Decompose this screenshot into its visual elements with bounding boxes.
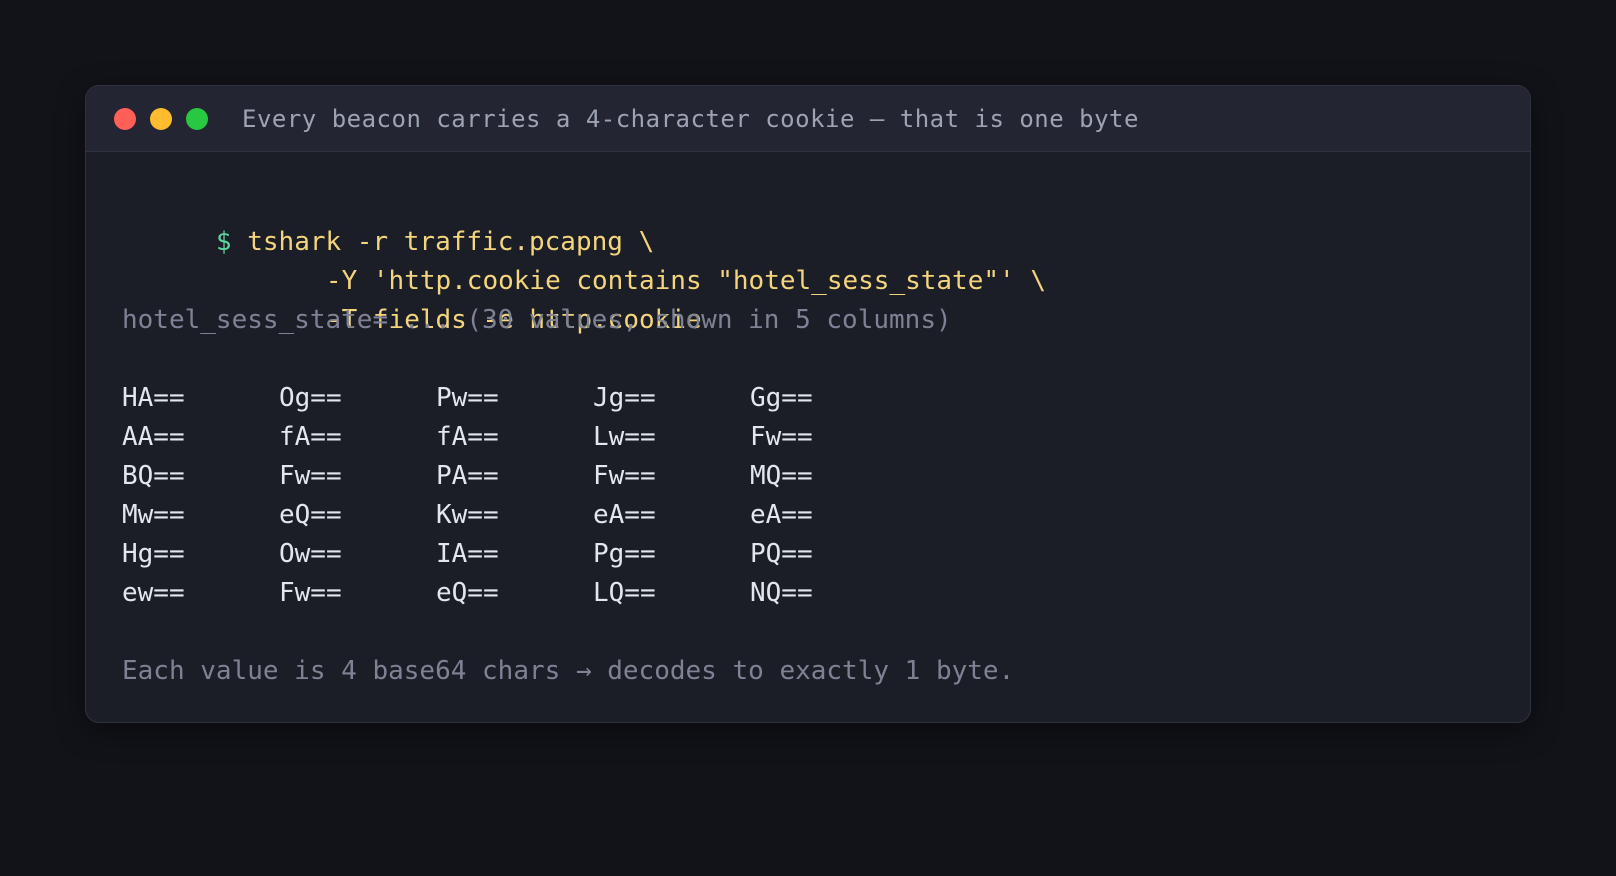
cookie-value: Mw==: [122, 500, 185, 530]
maximize-button[interactable]: [186, 107, 208, 130]
cookie-value: Kw==: [436, 500, 499, 530]
cookie-value: Ow==: [279, 539, 342, 569]
cookie-value: PQ==: [750, 539, 813, 569]
cookie-value: PA==: [436, 461, 499, 491]
cookie-value: Fw==: [279, 578, 342, 608]
cookie-value: NQ==: [750, 578, 813, 608]
cookie-value: Pg==: [593, 539, 656, 569]
close-button[interactable]: [114, 107, 136, 130]
cookie-value: fA==: [436, 422, 499, 452]
cookie-value: Jg==: [593, 383, 656, 413]
cookie-value: eQ==: [279, 500, 342, 530]
terminal-output[interactable]: $ tshark -r traffic.pcapng \ -Y 'http.co…: [86, 152, 1530, 691]
cookie-value: Pw==: [436, 383, 499, 413]
title-bar: Every beacon carries a 4-character cooki…: [86, 86, 1530, 152]
cookie-value: Fw==: [593, 461, 656, 491]
cookie-value: Lw==: [593, 422, 656, 452]
cookie-value: AA==: [122, 422, 185, 452]
cookie-value: MQ==: [750, 461, 813, 491]
prompt-symbol: $: [215, 227, 232, 257]
cookie-value: IA==: [436, 539, 499, 569]
cookie-value: ew==: [122, 578, 185, 608]
cookie-values-grid: HA== Og== Pw== Jg== Gg== AA== fA== fA== Lw== Fw==…: [122, 379, 1530, 613]
command-text: -Y 'http.cookie contains "hotel_sess_sta…: [325, 266, 1046, 296]
output-footer: Each value is 4 base64 chars → decodes t…: [122, 656, 1015, 686]
cookie-value: Og==: [279, 383, 342, 413]
cookie-value: fA==: [279, 422, 342, 452]
output-summary: hotel_sess_state= ... (30 values, shown …: [122, 305, 952, 335]
cookie-value: eA==: [593, 500, 656, 530]
cookie-value: BQ==: [122, 461, 185, 491]
cookie-value: Hg==: [122, 539, 185, 569]
cookie-value: Fw==: [750, 422, 813, 452]
cookie-value: HA==: [122, 383, 185, 413]
command-text: tshark -r traffic.pcapng \: [247, 227, 655, 257]
terminal-window: Every beacon carries a 4-character cooki…: [85, 85, 1531, 723]
cookie-value: eQ==: [436, 578, 499, 608]
window-title: Every beacon carries a 4-character cooki…: [242, 104, 1139, 133]
cookie-value: Gg==: [750, 383, 813, 413]
cookie-value: eA==: [750, 500, 813, 530]
command-line-1: $ tshark -r traffic.pcapng \: [122, 184, 1530, 257]
cookie-value: Fw==: [279, 461, 342, 491]
cookie-value: LQ==: [593, 578, 656, 608]
minimize-button[interactable]: [150, 107, 172, 130]
